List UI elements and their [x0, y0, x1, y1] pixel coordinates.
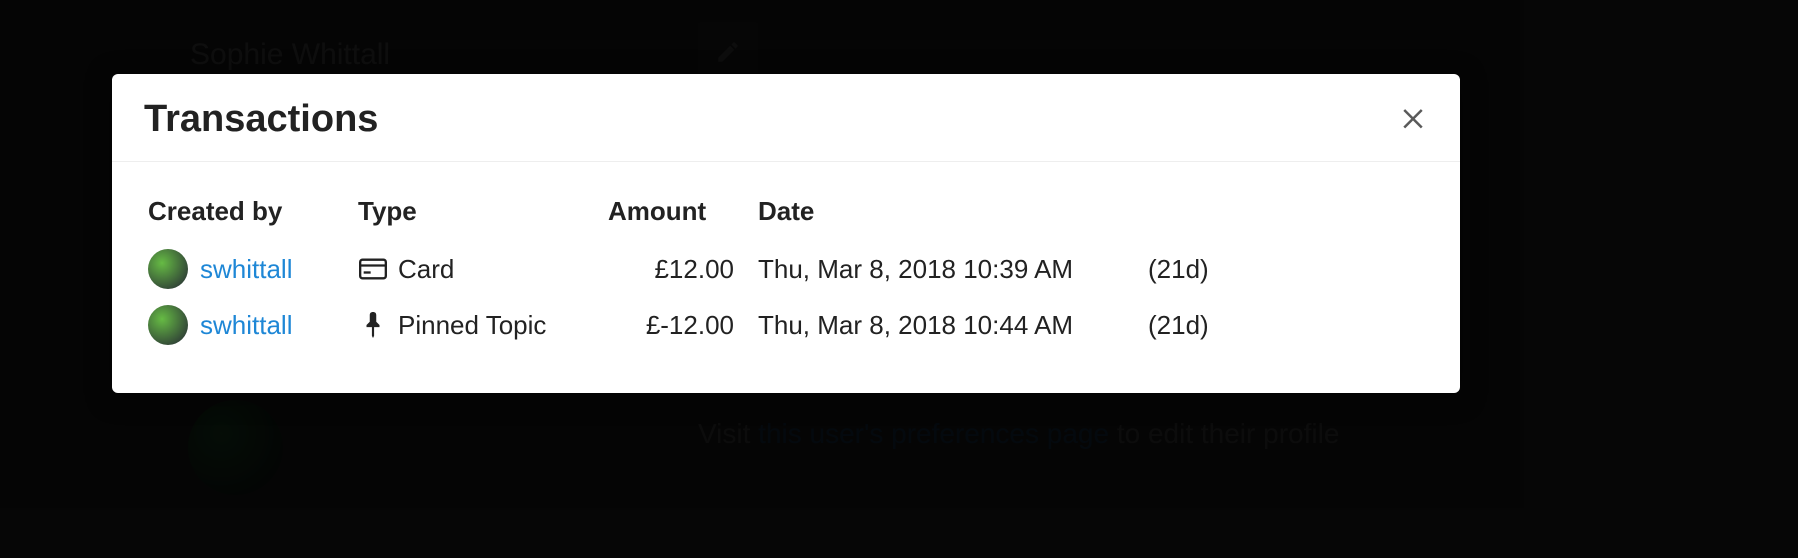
col-header-amount: Amount — [608, 190, 758, 241]
credit-card-icon — [358, 256, 388, 282]
col-header-ago — [1148, 190, 1258, 241]
amount-cell: £12.00 — [608, 241, 758, 297]
close-button[interactable] — [1398, 102, 1428, 138]
created-by-cell: swhittall — [148, 305, 334, 345]
avatar[interactable] — [148, 305, 188, 345]
ago-cell: (21d) — [1148, 297, 1258, 353]
close-icon — [1398, 102, 1428, 132]
modal-header: Transactions — [112, 74, 1460, 162]
date-cell: Thu, Mar 8, 2018 10:44 AM — [758, 297, 1148, 353]
type-cell: Card — [358, 254, 584, 285]
username-link[interactable]: swhittall — [200, 254, 292, 285]
ago-cell: (21d) — [1148, 241, 1258, 297]
username-link[interactable]: swhittall — [200, 310, 292, 341]
pin-icon — [358, 312, 388, 338]
transactions-table: Created by Type Amount Date swhittall — [148, 190, 1258, 353]
col-header-date: Date — [758, 190, 1148, 241]
modal-body: Created by Type Amount Date swhittall — [112, 162, 1460, 393]
avatar[interactable] — [148, 249, 188, 289]
date-cell: Thu, Mar 8, 2018 10:39 AM — [758, 241, 1148, 297]
created-by-cell: swhittall — [148, 249, 334, 289]
amount-cell: £-12.00 — [608, 297, 758, 353]
type-label: Pinned Topic — [398, 310, 546, 341]
col-header-type: Type — [358, 190, 608, 241]
table-row: swhittall Card £12.00 Thu, Mar 8, 2018 1… — [148, 241, 1258, 297]
type-cell: Pinned Topic — [358, 310, 584, 341]
table-header-row: Created by Type Amount Date — [148, 190, 1258, 241]
col-header-created-by: Created by — [148, 190, 358, 241]
type-label: Card — [398, 254, 454, 285]
modal-title: Transactions — [144, 98, 378, 141]
table-row: swhittall Pinned Topic £-12.00 Thu, Mar … — [148, 297, 1258, 353]
transactions-modal: Transactions Created by Type Amount Date — [112, 74, 1460, 393]
